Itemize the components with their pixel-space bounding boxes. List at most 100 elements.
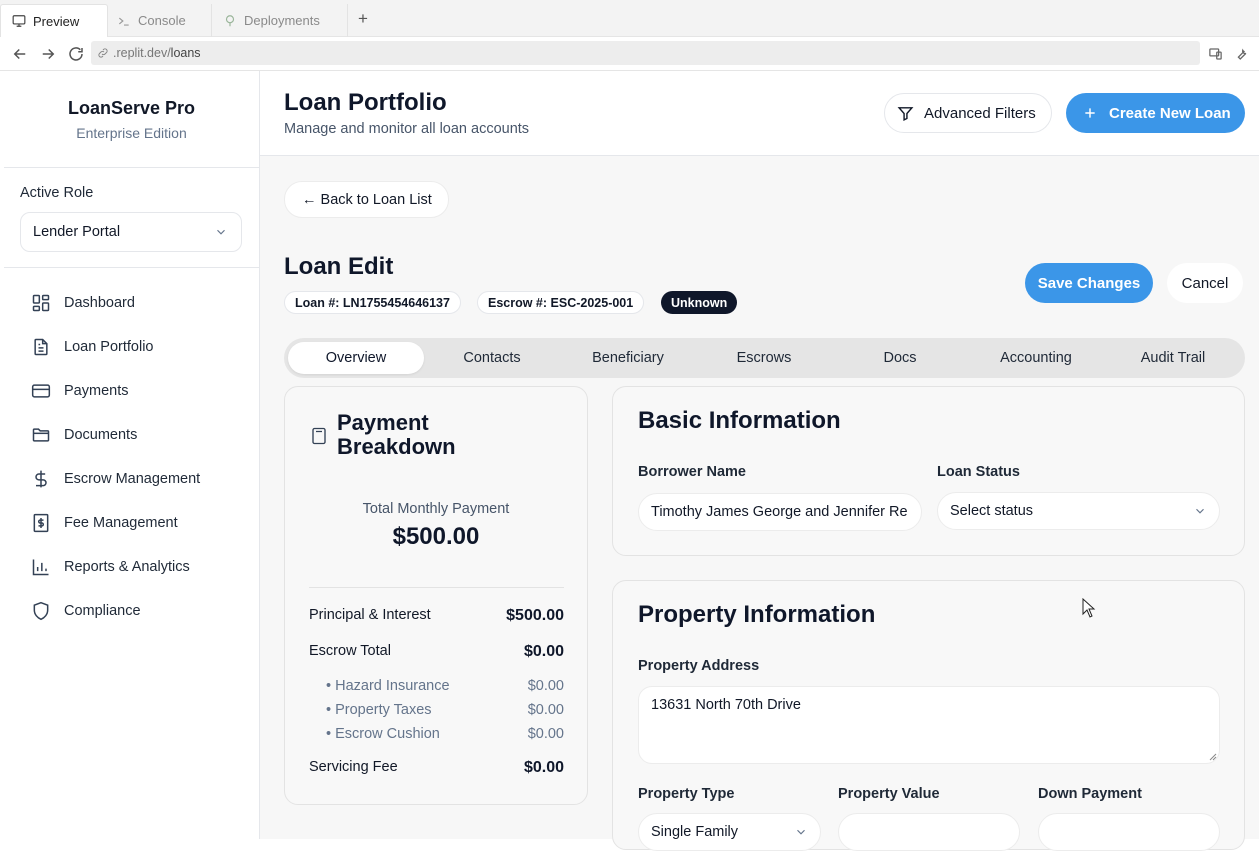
tab-docs[interactable]: Docs	[832, 342, 968, 374]
browser-tab-label: Preview	[33, 13, 80, 29]
resize-handle-icon[interactable]	[1209, 753, 1217, 761]
calculator-icon	[312, 427, 326, 445]
tab-contacts[interactable]: Contacts	[424, 342, 560, 374]
sidebar-item-payments[interactable]: Payments	[31, 375, 128, 407]
back-arrow-icon[interactable]	[11, 45, 29, 63]
tab-escrows[interactable]: Escrows	[696, 342, 832, 374]
browser-tab-label: Console	[138, 13, 186, 28]
sidebar-item-label: Documents	[64, 427, 138, 443]
loan-edit-title: Loan Edit	[284, 253, 394, 280]
sidebar-item-reports[interactable]: Reports & Analytics	[31, 551, 190, 583]
new-tab-button[interactable]: +	[358, 9, 368, 29]
url-field[interactable]: .replit.dev/loans	[91, 41, 1200, 65]
cancel-button[interactable]: Cancel	[1167, 263, 1243, 303]
loan-status-select[interactable]: Select status	[937, 492, 1220, 530]
chevron-down-icon	[797, 829, 805, 835]
role-value: Lender Portal	[33, 224, 121, 240]
property-type-value: Single Family	[651, 824, 739, 840]
devices-icon[interactable]	[1208, 45, 1223, 63]
row-label: • Hazard Insurance	[326, 678, 450, 694]
servicing-fee-row: Servicing Fee $0.00	[309, 759, 564, 777]
payment-breakdown-card: Payment Breakdown Total Monthly Payment …	[284, 386, 588, 805]
role-select[interactable]: Lender Portal	[20, 212, 242, 252]
browser-tab-deployments[interactable]: Deployments	[212, 4, 348, 37]
payment-breakdown-title: Payment Breakdown	[337, 410, 456, 459]
mouse-cursor-icon	[1082, 598, 1096, 618]
escrow-cushion-row: • Escrow Cushion $0.00	[326, 726, 564, 742]
borrower-name-input[interactable]: Timothy James George and Jennifer Re	[638, 493, 922, 531]
main-content: ← Back to Loan List Loan Edit Loan #: LN…	[260, 156, 1259, 851]
sidebar-item-fee-management[interactable]: Fee Management	[31, 507, 178, 539]
tab-beneficiary[interactable]: Beneficiary	[560, 342, 696, 374]
escrow-number-badge: Escrow #: ESC-2025-001	[477, 291, 645, 314]
sidebar-item-documents[interactable]: Documents	[31, 419, 137, 451]
dashboard-icon	[32, 294, 50, 312]
sidebar-item-label: Compliance	[64, 603, 141, 619]
app-name: LoanServe Pro	[67, 98, 196, 118]
deploy-icon	[225, 14, 235, 26]
sidebar-item-escrow-management[interactable]: Escrow Management	[31, 463, 200, 495]
down-payment-input[interactable]	[1038, 813, 1220, 851]
tab-audit-trail[interactable]: Audit Trail	[1105, 342, 1241, 374]
property-address-input[interactable]: 13631 North 70th Drive	[638, 686, 1220, 764]
bar-chart-icon	[32, 559, 49, 576]
forward-arrow-icon[interactable]	[39, 45, 57, 63]
create-new-loan-label: Create New Loan	[1109, 104, 1231, 122]
advanced-filters-label: Advanced Filters	[924, 104, 1036, 122]
total-monthly-payment-value: $500.00	[392, 523, 480, 550]
property-taxes-row: • Property Taxes $0.00	[326, 702, 564, 718]
property-address-value: 13631 North 70th Drive	[651, 697, 801, 713]
brand: LoanServe Pro Enterprise Edition	[4, 71, 259, 168]
browser-tab-bar: Preview Console Deployments +	[0, 0, 1259, 37]
role-label: Active Role	[20, 185, 94, 201]
back-to-loan-list-button[interactable]: ← Back to Loan List	[284, 181, 449, 218]
file-text-icon	[34, 338, 48, 356]
edition-label: Enterprise Edition	[76, 125, 187, 141]
property-value-input[interactable]	[838, 813, 1020, 851]
create-new-loan-button[interactable]: Create New Loan	[1066, 93, 1245, 133]
save-changes-button[interactable]: Save Changes	[1025, 263, 1153, 303]
reload-icon[interactable]	[67, 45, 85, 63]
principal-interest-row: Principal & Interest $500.00	[309, 607, 564, 625]
tab-overview[interactable]: Overview	[288, 342, 424, 374]
sidebar-item-label: Escrow Management	[64, 471, 201, 487]
folder-icon	[32, 428, 50, 442]
tab-accounting[interactable]: Accounting	[968, 342, 1104, 374]
borrower-name-label: Borrower Name	[638, 464, 746, 480]
hazard-insurance-row: • Hazard Insurance $0.00	[326, 678, 564, 694]
sidebar-item-loan-portfolio[interactable]: Loan Portfolio	[31, 331, 153, 363]
browser-tab-console[interactable]: Console	[106, 4, 212, 37]
row-label: Escrow Total	[309, 643, 391, 659]
row-value: $0.00	[527, 702, 564, 718]
row-label: Principal & Interest	[309, 607, 431, 623]
property-type-select[interactable]: Single Family	[638, 813, 821, 851]
row-label: Servicing Fee	[309, 759, 398, 775]
browser-tab-preview[interactable]: Preview	[0, 4, 108, 37]
property-information-card: Property Information Property Address 13…	[612, 580, 1245, 851]
page-title: Loan Portfolio	[284, 89, 447, 116]
url-path: loans	[170, 46, 201, 60]
wrench-icon[interactable]	[1234, 45, 1249, 63]
advanced-filters-button[interactable]: Advanced Filters	[884, 93, 1052, 133]
row-value: $0.00	[523, 643, 564, 660]
sidebar-item-compliance[interactable]: Compliance	[31, 595, 141, 627]
terminal-icon	[118, 17, 129, 26]
loan-status-placeholder: Select status	[950, 503, 1034, 519]
property-type-label: Property Type	[638, 786, 735, 802]
loan-status-label: Loan Status	[937, 464, 1020, 480]
plus-icon	[1085, 108, 1095, 118]
monitor-icon	[12, 15, 26, 27]
sidebar-item-dashboard[interactable]: Dashboard	[31, 287, 135, 319]
page-subtitle: Manage and monitor all loan accounts	[284, 121, 530, 137]
property-information-title: Property Information	[638, 601, 876, 628]
chevron-down-icon	[217, 229, 225, 235]
sidebar-item-label: Dashboard	[64, 295, 135, 311]
row-label: • Property Taxes	[326, 702, 432, 718]
credit-card-icon	[31, 384, 51, 398]
loan-number-badge: Loan #: LN1755454646137	[284, 291, 461, 314]
basic-information-card: Basic Information Borrower Name Timothy …	[612, 386, 1245, 556]
shield-icon	[33, 601, 49, 621]
url-host: .replit.dev/	[113, 46, 171, 60]
row-value: $500.00	[506, 607, 564, 624]
divider	[309, 587, 564, 588]
